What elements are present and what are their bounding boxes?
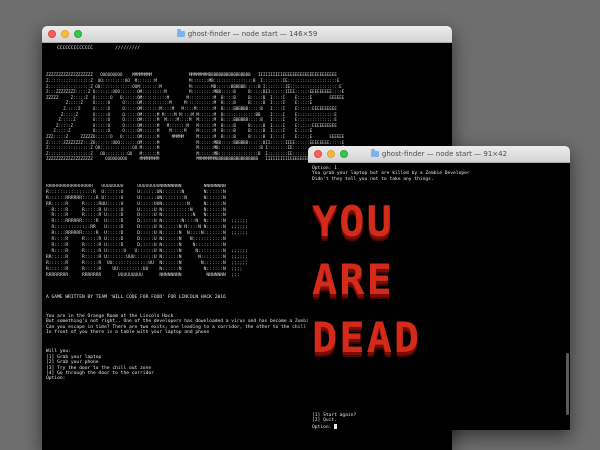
main-terminal-titlebar[interactable]: ghost-finder — node start — 146×59 — [42, 26, 452, 43]
window-title: ghost-finder — node start — 146×59 — [176, 29, 318, 38]
close-window-button[interactable] — [314, 150, 322, 158]
close-window-button[interactable] — [48, 30, 56, 38]
terminal-content[interactable]: Option: 1 You grab your laptop but are k… — [308, 163, 570, 430]
death-options-block: [1] Start again? [2] Quit. Option: — [308, 413, 360, 430]
minimize-window-button[interactable] — [61, 30, 69, 38]
maximize-window-button[interactable] — [74, 30, 82, 38]
dead-word-are: ARE — [312, 255, 394, 305]
death-terminal-titlebar[interactable]: ghost-finder — node start — 91×42 — [308, 146, 570, 163]
window-controls — [314, 150, 348, 158]
command-input-line[interactable]: Option: — [308, 423, 360, 430]
you-are-dead-art: YOU ARE DEAD — [308, 200, 570, 360]
window-title: ghost-finder — node start — 91×42 — [370, 149, 508, 158]
maximize-window-button[interactable] — [340, 150, 348, 158]
folder-icon — [370, 149, 379, 157]
dead-word-dead: DEAD — [312, 313, 422, 363]
window-title-text: ghost-finder — node start — 146×59 — [187, 30, 318, 38]
input-prompt: Option: — [312, 424, 335, 430]
dead-word-you: YOU — [312, 197, 394, 247]
window-title-text: ghost-finder — node start — 91×42 — [381, 150, 508, 158]
top-line: CCCCCCCCCCCCC ///////// — [46, 46, 141, 51]
death-message-line: Didn't they tell you not to take any thi… — [312, 176, 434, 182]
death-terminal-window[interactable]: ghost-finder — node start — 91×42 Option… — [308, 146, 570, 430]
scrollbar[interactable] — [566, 353, 569, 415]
minimize-window-button[interactable] — [327, 150, 335, 158]
text-cursor — [334, 423, 338, 429]
input-prompt: Option: — [46, 376, 69, 382]
window-controls — [48, 30, 82, 38]
folder-icon — [176, 29, 185, 37]
